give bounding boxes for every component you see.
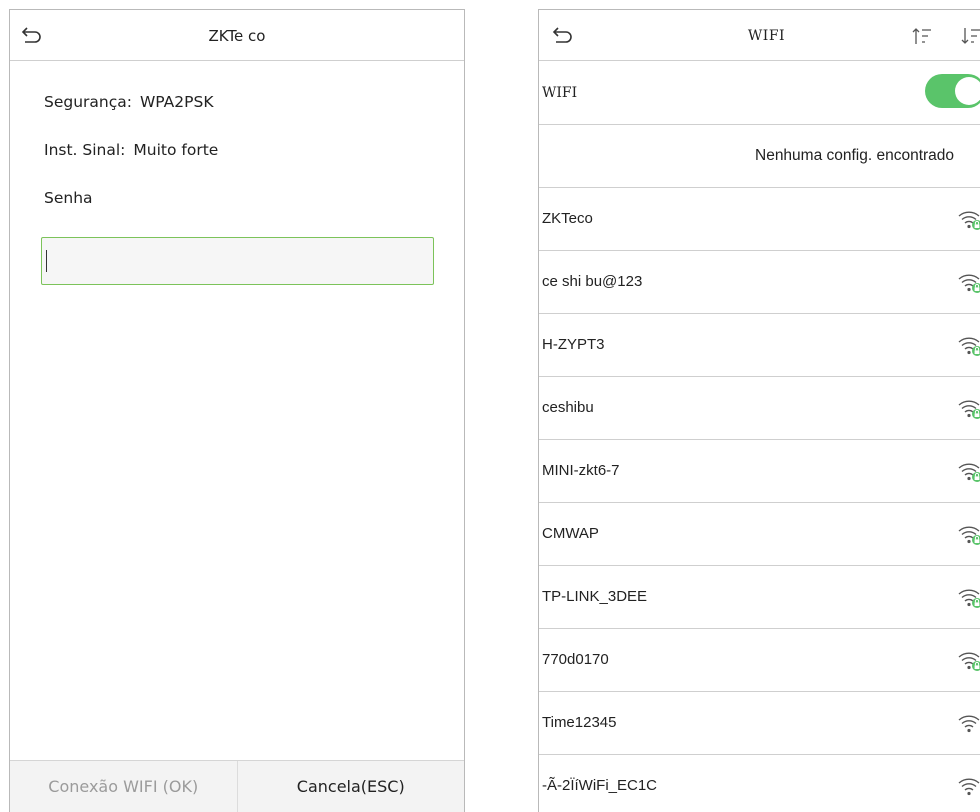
network-ssid: ce shi bu@123 <box>542 273 643 290</box>
connect-ok-button[interactable]: Conexão WIFI (OK) <box>10 761 238 812</box>
wifi-secured-icon <box>957 207 980 231</box>
network-row[interactable]: -Ã-2ÏíWiFi_EC1C <box>539 755 980 812</box>
network-ssid: ceshibu <box>542 399 594 416</box>
network-row[interactable]: Time12345 <box>539 692 980 755</box>
dialog-footer: Conexão WIFI (OK) Cancela(ESC) <box>10 760 464 812</box>
empty-config-message: Nenhuma config. encontrado <box>755 147 955 164</box>
security-value: WPA2PSK <box>139 93 214 111</box>
wifi-secured-icon <box>957 459 980 483</box>
network-ssid: H-ZYPT3 <box>542 336 605 353</box>
wifi-secured-icon <box>957 333 980 357</box>
cancel-esc-button[interactable]: Cancela(ESC) <box>237 761 464 812</box>
network-row[interactable]: ce shi bu@123 <box>539 251 980 314</box>
network-row[interactable]: TP-LINK_3DEE <box>539 566 980 629</box>
wifi-toggle-label: WIFI <box>542 85 578 101</box>
password-label: Senha <box>44 189 93 207</box>
signal-value: Muito forte <box>133 141 219 159</box>
network-row[interactable]: CMWAP <box>539 503 980 566</box>
network-ssid: 770d0170 <box>542 651 609 668</box>
sort-ascending-icon[interactable] <box>911 26 933 46</box>
wifi-secured-icon <box>957 396 980 420</box>
network-ssid: Time12345 <box>542 714 617 731</box>
wifi-list-screen: WIFI WIFI Nenhuma config. encontrado ZKT… <box>538 9 980 812</box>
wifi-toggle-switch[interactable] <box>925 74 980 108</box>
network-row[interactable]: 770d0170 <box>539 629 980 692</box>
sort-descending-icon[interactable] <box>960 26 980 46</box>
network-ssid: ZKTeco <box>542 210 593 227</box>
network-ssid: MINI-zkt6-7 <box>542 462 620 479</box>
wifi-toggle-row: WIFI <box>539 62 980 125</box>
network-ssid: -Ã-2ÏíWiFi_EC1C <box>542 777 658 794</box>
dialog-header: ZKTe co <box>10 10 464 61</box>
network-ssid: CMWAP <box>542 525 599 542</box>
wifi-open-icon <box>957 711 980 735</box>
dialog-title: ZKTe co <box>208 27 266 45</box>
network-row[interactable]: MINI-zkt6-7 <box>539 440 980 503</box>
empty-config-row: Nenhuma config. encontrado <box>539 125 980 188</box>
wifi-secured-icon <box>957 585 980 609</box>
network-row[interactable]: ceshibu <box>539 377 980 440</box>
network-ssid: TP-LINK_3DEE <box>542 588 648 605</box>
wifi-secured-icon <box>957 522 980 546</box>
network-row[interactable]: ZKTeco <box>539 188 980 251</box>
signal-label: Inst. Sinal: <box>44 141 126 159</box>
wifi-header: WIFI <box>539 10 980 61</box>
wifi-open-icon <box>957 774 980 798</box>
wifi-connect-dialog: ZKTe co Segurança: WPA2PSK Inst. Sinal: Mu… <box>9 9 465 812</box>
signal-line: Inst. Sinal: Muito forte <box>44 141 218 159</box>
security-label: Segurança: <box>44 93 132 111</box>
password-input[interactable] <box>41 237 434 285</box>
wifi-secured-icon <box>957 648 980 672</box>
network-row[interactable]: H-ZYPT3 <box>539 314 980 377</box>
wifi-secured-icon <box>957 270 980 294</box>
toggle-knob <box>955 77 980 105</box>
security-line: Segurança: WPA2PSK <box>44 93 213 111</box>
text-caret <box>46 250 47 272</box>
